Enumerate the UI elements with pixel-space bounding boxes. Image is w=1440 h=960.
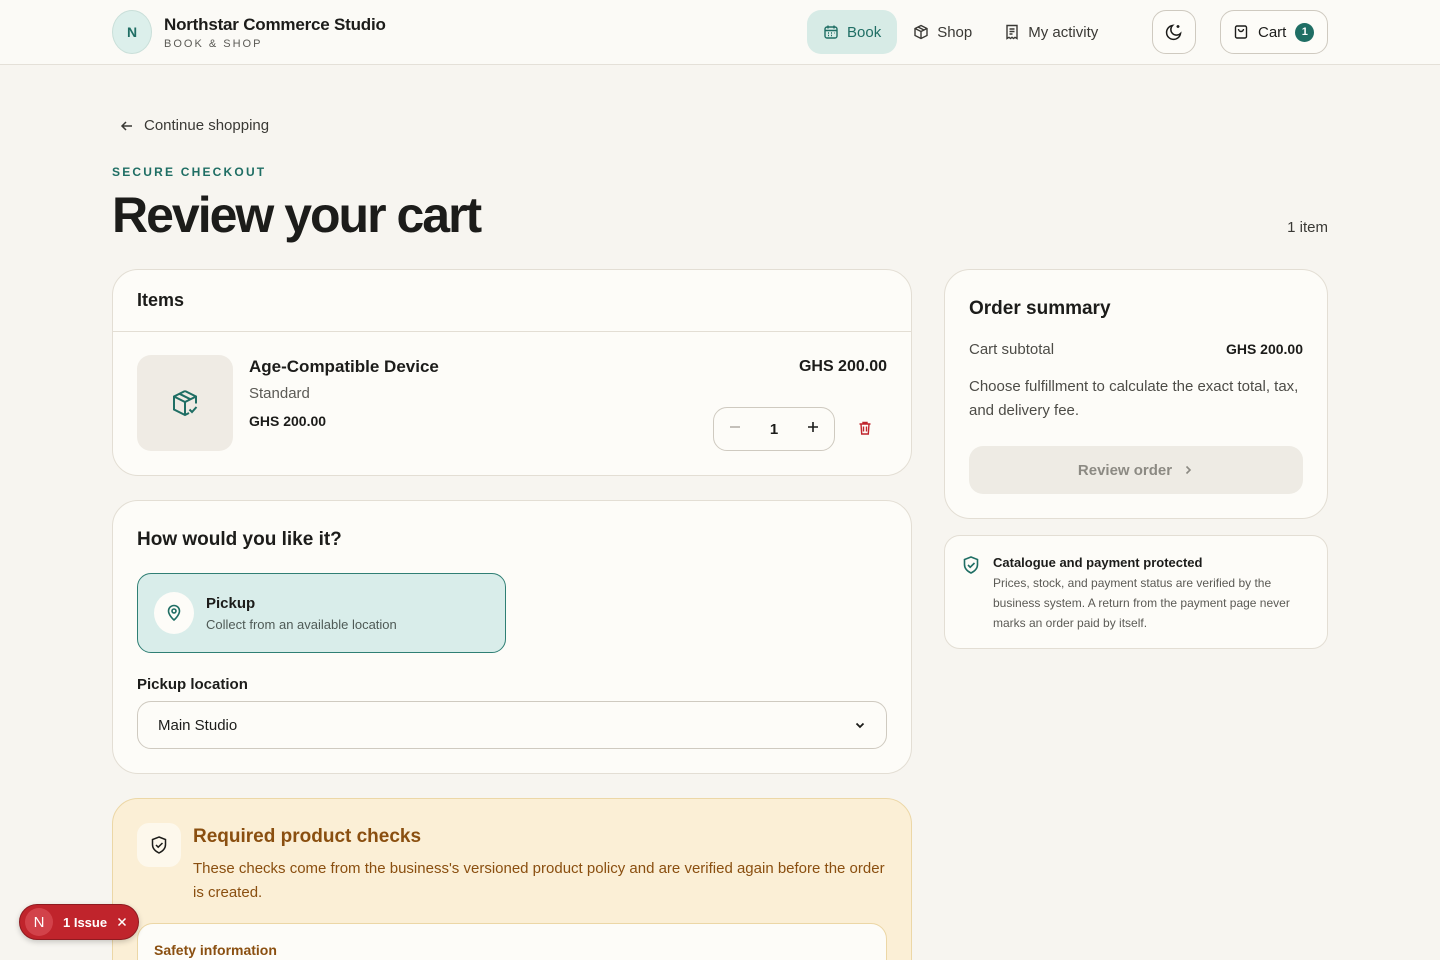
protection-description: Prices, stock, and payment status are ve… xyxy=(993,576,1290,630)
nav-activity-label: My activity xyxy=(1028,23,1099,41)
order-summary-note: Choose fulfillment to calculate the exac… xyxy=(969,378,1299,419)
product-variant: Standard xyxy=(249,385,310,402)
required-checks-heading: Required product checks xyxy=(193,826,422,847)
items-heading: Items xyxy=(113,270,911,332)
issues-indicator[interactable]: N 1 Issue xyxy=(19,904,139,940)
moon-icon xyxy=(1165,24,1182,41)
main-nav: Book Shop My activity xyxy=(807,10,1114,54)
cart-label: Cart xyxy=(1258,23,1287,41)
quantity-stepper: 1 xyxy=(713,407,835,451)
chevron-right-icon xyxy=(1186,465,1192,475)
pickup-location-label: Pickup location xyxy=(137,676,248,693)
required-checks-description: These checks come from the business's ve… xyxy=(193,860,885,901)
calendar-icon xyxy=(824,25,838,39)
increase-quantity-button[interactable] xyxy=(806,420,820,439)
review-order-label: Review order xyxy=(1077,461,1173,479)
required-checks-card: Required product checks These checks com… xyxy=(112,798,912,960)
product-unit-price: GHS 200.00 xyxy=(249,413,327,429)
dismiss-issues-button[interactable] xyxy=(117,915,127,930)
shield-check-icon xyxy=(963,556,979,574)
cart-button[interactable]: Cart 1 xyxy=(1220,10,1328,54)
theme-toggle-button[interactable] xyxy=(1152,10,1196,54)
protection-notice: Catalogue and payment protected Prices, … xyxy=(944,535,1328,649)
brand-tagline: BOOK & SHOP xyxy=(164,37,263,50)
issues-count-label: 1 Issue xyxy=(63,914,108,930)
top-bar: N Northstar Commerce Studio BOOK & SHOP … xyxy=(0,0,1440,65)
map-pin-icon xyxy=(167,604,181,622)
continue-shopping-label: Continue shopping xyxy=(144,117,270,134)
continue-shopping-link[interactable]: Continue shopping xyxy=(120,117,269,134)
minus-icon xyxy=(730,425,740,428)
pickup-option-description: Collect from an available location xyxy=(206,617,397,632)
fulfillment-card: How would you like it? Pickup Collect fr… xyxy=(112,500,912,774)
product-thumbnail xyxy=(137,355,233,451)
chevron-down-icon xyxy=(855,722,865,729)
product-name[interactable]: Age-Compatible Device xyxy=(249,357,439,377)
pickup-option[interactable]: Pickup Collect from an available locatio… xyxy=(137,573,506,653)
nav-my-activity[interactable]: My activity xyxy=(988,10,1114,54)
product-line-total: GHS 200.00 xyxy=(798,358,887,375)
brand-logo: N xyxy=(112,10,152,54)
order-summary-heading: Order summary xyxy=(969,298,1111,319)
cart-subtotal-label: Cart subtotal xyxy=(969,341,1055,358)
trash-icon xyxy=(859,421,871,435)
page-title: Review your cart xyxy=(112,187,482,243)
remove-item-button[interactable] xyxy=(857,420,873,441)
nav-shop[interactable]: Shop xyxy=(897,10,988,54)
cart-count-badge: 1 xyxy=(1295,22,1315,42)
issues-logo: N xyxy=(25,908,53,936)
fulfillment-heading: How would you like it? xyxy=(137,529,342,550)
quantity-value: 1 xyxy=(769,420,779,438)
cart-item-count: 1 item xyxy=(1287,219,1328,236)
pickup-location-value: Main Studio xyxy=(158,716,238,734)
brand-name: Northstar Commerce Studio xyxy=(164,14,386,34)
plus-icon xyxy=(808,421,818,432)
items-card: Items Age-Compatible Device Standard GHS… xyxy=(112,269,912,476)
arrow-left-icon xyxy=(120,120,132,131)
decrease-quantity-button[interactable] xyxy=(728,420,742,439)
checkout-eyebrow: SECURE CHECKOUT xyxy=(112,165,267,179)
safety-information-title: Safety information xyxy=(154,942,277,958)
order-summary-card: Order summary Cart subtotal GHS 200.00 C… xyxy=(944,269,1328,519)
safety-information-section: Safety information xyxy=(137,923,887,960)
shopping-bag-icon xyxy=(1234,25,1248,39)
nav-book-label: Book xyxy=(847,23,882,41)
review-order-button[interactable]: Review order xyxy=(969,446,1303,494)
brand[interactable]: N Northstar Commerce Studio BOOK & SHOP xyxy=(112,10,386,54)
cart-subtotal-value: GHS 200.00 xyxy=(1225,341,1303,357)
pickup-option-label: Pickup xyxy=(206,595,256,612)
nav-book[interactable]: Book xyxy=(807,10,898,54)
receipt-icon xyxy=(1006,24,1018,40)
close-icon xyxy=(118,917,127,926)
pickup-location-select[interactable]: Main Studio xyxy=(137,701,887,749)
shield-check-icon xyxy=(151,836,167,854)
protection-title: Catalogue and payment protected xyxy=(993,555,1203,570)
nav-shop-label: Shop xyxy=(937,23,973,41)
package-check-icon xyxy=(173,390,198,417)
package-icon xyxy=(914,24,928,40)
